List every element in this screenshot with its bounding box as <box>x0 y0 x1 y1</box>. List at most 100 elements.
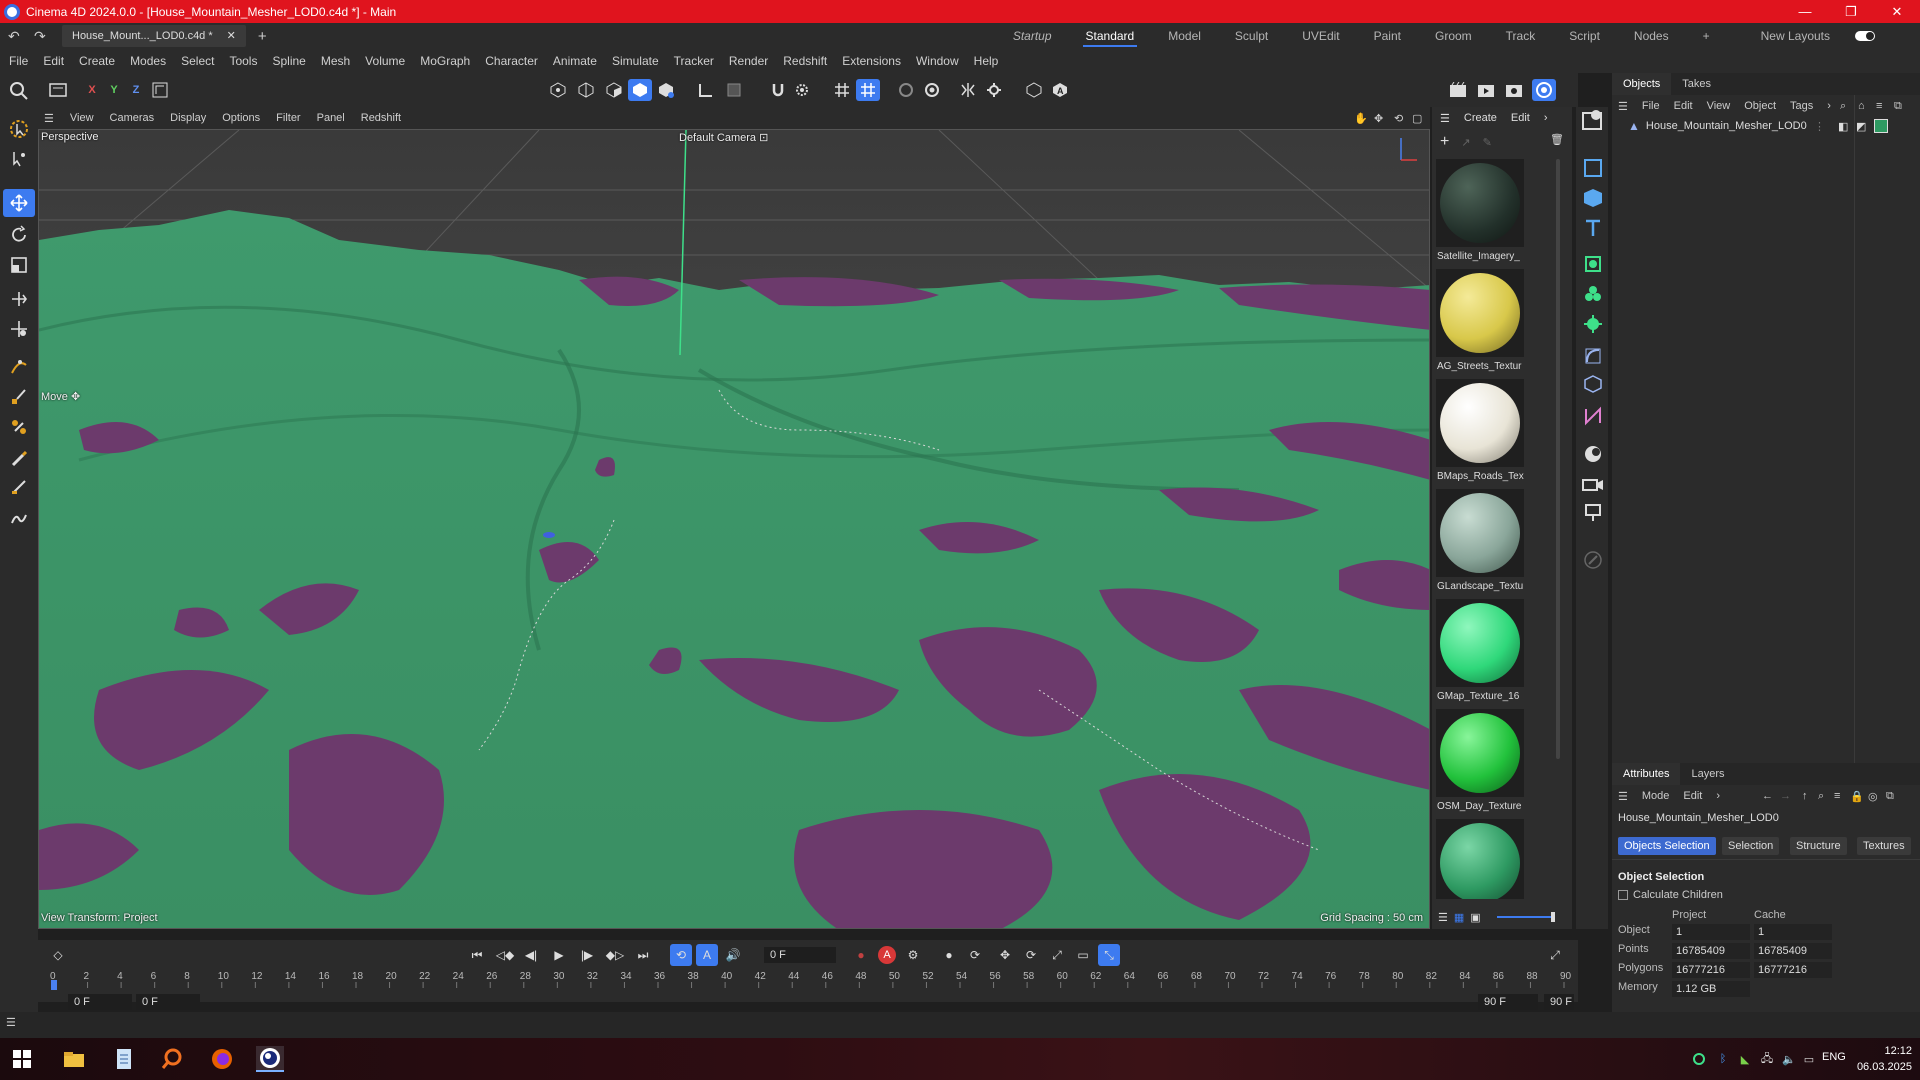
texture-mode-icon[interactable] <box>722 79 746 101</box>
new-layouts-button[interactable]: New Layouts <box>1727 23 1892 49</box>
object-mode-icon[interactable] <box>654 79 678 101</box>
viewport-menu-cameras[interactable]: Cameras <box>110 112 155 124</box>
redo-icon[interactable]: ↷ <box>34 28 52 45</box>
material-item[interactable] <box>1435 819 1525 899</box>
material-item[interactable]: Satellite_Imagery_ <box>1435 159 1525 269</box>
timeline-graph-icon[interactable]: ⤢ <box>1544 944 1566 966</box>
menu-select[interactable]: Select <box>181 54 214 68</box>
selection-tool-icon[interactable] <box>3 115 35 143</box>
render-active-view-icon[interactable] <box>1580 107 1606 133</box>
menu-mesh[interactable]: Mesh <box>321 54 350 68</box>
solo-mode-icon[interactable] <box>920 79 944 101</box>
move-tool-icon[interactable] <box>3 189 35 217</box>
grid-view-icon[interactable]: ▦ <box>1454 911 1464 924</box>
spline-sketch-tool-icon[interactable] <box>3 383 35 411</box>
new-material-icon[interactable]: + <box>1440 133 1449 151</box>
file-explorer-icon[interactable] <box>60 1046 88 1072</box>
modeling-settings-icon[interactable] <box>982 79 1006 101</box>
pan-view-icon[interactable]: ✋ <box>1354 112 1368 125</box>
motion-clip-icon[interactable]: ● <box>938 944 960 966</box>
points-mode-icon[interactable] <box>546 79 570 101</box>
polygon-pen-tool-icon[interactable] <box>3 413 35 441</box>
camera-icon[interactable] <box>1580 471 1606 497</box>
viewport-camera-label[interactable]: Default Camera ⊡ <box>679 131 768 144</box>
viewport-menu-display[interactable]: Display <box>170 112 206 124</box>
list-view-icon[interactable]: ☰ <box>1438 911 1448 924</box>
magnifier-icon[interactable] <box>3 77 35 105</box>
layout-tab-startup[interactable]: Startup <box>996 23 1069 49</box>
calculate-children-checkbox[interactable] <box>1618 890 1628 900</box>
material-menu-more[interactable]: › <box>1544 112 1548 124</box>
document-tab[interactable]: House_Mount..._LOD0.c4d * ✕ <box>62 25 246 47</box>
target-icon[interactable]: ◎ <box>1868 790 1878 803</box>
locked-workplane-icon[interactable] <box>856 79 880 101</box>
menu-help[interactable]: Help <box>974 54 999 68</box>
object-menu-file[interactable]: File <box>1642 100 1660 112</box>
layout-tab-nodes[interactable]: Nodes <box>1617 23 1686 49</box>
viewport-menu-view[interactable]: View <box>70 112 94 124</box>
placement-tool-icon[interactable] <box>3 315 35 343</box>
edges-mode-icon[interactable] <box>574 79 598 101</box>
language-indicator[interactable]: ENG <box>1822 1051 1846 1063</box>
rotate-view-icon[interactable]: ⟲ <box>1394 112 1403 125</box>
search-icon[interactable]: ⌕ <box>1840 100 1846 113</box>
render-to-viewer-icon[interactable] <box>1474 79 1498 101</box>
key-rotation-icon[interactable]: ✥ <box>994 944 1016 966</box>
structure-tab[interactable]: Structure <box>1790 837 1847 855</box>
lock-icon[interactable]: 🔒 <box>1850 790 1864 803</box>
brush-tool-icon[interactable] <box>3 445 35 473</box>
document-tab-close-icon[interactable]: ✕ <box>227 30 236 42</box>
axis-lock-x-button[interactable]: X <box>80 79 104 101</box>
tab-objects[interactable]: Objects <box>1612 73 1672 95</box>
material-tag-icon[interactable] <box>1874 119 1888 133</box>
3d-viewport[interactable]: Perspective Default Camera ⊡ Move ✥ View… <box>38 129 1430 929</box>
menu-redshift[interactable]: Redshift <box>783 54 827 68</box>
workplane-grid-icon[interactable] <box>830 79 854 101</box>
viewport-menu-hamburger-icon[interactable]: ☰ <box>44 112 54 125</box>
calculate-children-option[interactable]: Calculate Children <box>1618 889 1723 901</box>
new-window-icon[interactable]: ⧉ <box>1886 790 1894 803</box>
menu-volume[interactable]: Volume <box>365 54 405 68</box>
selection-tab[interactable]: Selection <box>1722 837 1780 855</box>
visibility-dots-icon[interactable]: ⋮ <box>1814 120 1825 133</box>
render-settings-icon[interactable] <box>1502 79 1526 101</box>
cube-outline-icon[interactable] <box>1580 155 1606 181</box>
key-position-icon[interactable]: ⟳ <box>964 944 986 966</box>
menu-character[interactable]: Character <box>485 54 538 68</box>
layout-tab-paint[interactable]: Paint <box>1357 23 1418 49</box>
menu-tools[interactable]: Tools <box>229 54 257 68</box>
go-to-end-icon[interactable]: ⏭ <box>632 944 654 966</box>
key-param-icon[interactable]: ⤢ <box>1046 944 1068 966</box>
taskbar-clock[interactable]: 12:12 06.03.2025 <box>1856 1043 1912 1075</box>
layout-tab-standard[interactable]: Standard <box>1069 23 1152 49</box>
material-item[interactable]: GLandscape_Textu <box>1435 489 1525 599</box>
symmetry-icon[interactable] <box>956 79 980 101</box>
light-icon[interactable] <box>1580 499 1606 525</box>
notepad-icon[interactable] <box>110 1046 138 1072</box>
menu-window[interactable]: Window <box>916 54 959 68</box>
record-icon[interactable]: ● <box>850 944 872 966</box>
viewport-menu-options[interactable]: Options <box>222 112 260 124</box>
redshift-ipr-icon[interactable] <box>1532 79 1556 101</box>
windows-start-icon[interactable] <box>8 1046 36 1072</box>
key-settings-icon[interactable]: ⚙ <box>902 944 924 966</box>
playhead[interactable] <box>51 980 57 990</box>
go-to-start-icon[interactable]: ⏮ <box>466 944 488 966</box>
axis-lock-z-button[interactable]: Z <box>124 79 148 101</box>
soft-selection-icon[interactable] <box>894 79 918 101</box>
search-app-icon[interactable] <box>158 1046 186 1072</box>
menu-animate[interactable]: Animate <box>553 54 597 68</box>
attribute-menu-mode[interactable]: Mode <box>1642 790 1670 802</box>
layout-tab-uvedit[interactable]: UVEdit <box>1285 23 1356 49</box>
object-menu-tags[interactable]: Tags <box>1790 100 1813 112</box>
field-icon[interactable] <box>1580 371 1606 397</box>
menu-modes[interactable]: Modes <box>130 54 166 68</box>
previous-key-icon[interactable]: ◁◆ <box>494 944 516 966</box>
uvw-tag-icon[interactable]: ◩ <box>1856 120 1866 133</box>
link-material-icon[interactable]: ↗ <box>1461 136 1470 149</box>
attribute-menu-more[interactable]: › <box>1716 790 1720 802</box>
material-item[interactable]: BMaps_Roads_Tex <box>1435 379 1525 489</box>
loop-icon[interactable]: ⟲ <box>670 944 692 966</box>
minimize-button[interactable]: — <box>1782 0 1828 23</box>
current-frame-field[interactable]: 0 F <box>764 947 836 963</box>
